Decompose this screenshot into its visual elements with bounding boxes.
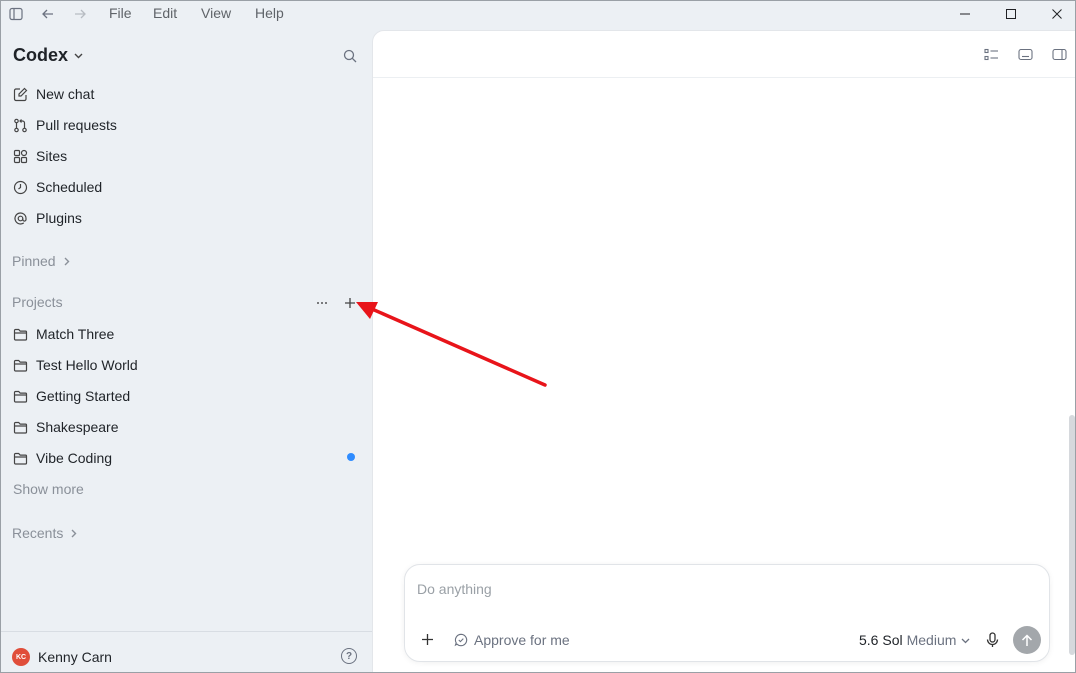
menu-file[interactable]: File	[109, 5, 132, 21]
folder-icon	[12, 326, 28, 342]
maximize-button[interactable]	[988, 0, 1034, 28]
grid-icon	[12, 148, 28, 164]
approve-label: Approve for me	[474, 632, 570, 648]
project-match-three[interactable]: Match Three	[12, 323, 114, 345]
user-name[interactable]: Kenny Carn	[38, 649, 112, 665]
show-more-label: Show more	[13, 481, 84, 497]
nav-label: Plugins	[36, 210, 82, 226]
project-label: Shakespeare	[36, 419, 119, 435]
sidebar-toggle-icon[interactable]	[5, 4, 27, 24]
unread-dot	[347, 453, 355, 461]
arrow-up-icon	[1021, 633, 1033, 646]
project-test-hello-world[interactable]: Test Hello World	[12, 354, 138, 376]
nav-scheduled[interactable]: Scheduled	[12, 176, 102, 198]
main-header	[373, 31, 1076, 78]
forward-arrow-icon[interactable]	[69, 4, 91, 24]
back-arrow-icon[interactable]	[37, 4, 59, 24]
show-more-link[interactable]: Show more	[13, 481, 84, 497]
approve-for-me-toggle[interactable]: Approve for me	[454, 632, 570, 648]
nav-sites[interactable]: Sites	[12, 145, 67, 167]
scrollbar[interactable]	[1069, 415, 1075, 655]
folder-icon	[12, 419, 28, 435]
send-button[interactable]	[1013, 626, 1041, 654]
projects-header: Projects	[12, 294, 63, 310]
close-button[interactable]	[1034, 0, 1076, 28]
approval-icon	[454, 633, 468, 647]
avatar[interactable]: KC	[12, 648, 30, 666]
pinned-section-toggle[interactable]: Pinned	[12, 253, 71, 269]
projects-more-icon[interactable]	[316, 294, 328, 312]
sidebar: Codex New chat Pull requests Sites Sched…	[0, 28, 372, 673]
project-label: Getting Started	[36, 388, 131, 404]
search-icon[interactable]	[340, 46, 360, 66]
main-panel: Approve for me 5.6 Sol Medium	[372, 30, 1076, 673]
nav-pull-requests[interactable]: Pull requests	[12, 114, 117, 136]
folder-icon	[12, 388, 28, 404]
side-panel-icon[interactable]	[1050, 45, 1068, 63]
recents-section-toggle[interactable]: Recents	[12, 525, 78, 541]
sidebar-footer: KC Kenny Carn ?	[0, 631, 372, 673]
microphone-icon[interactable]	[984, 631, 1000, 649]
app-title: Codex	[13, 45, 69, 65]
nav-label: Pull requests	[36, 117, 117, 133]
model-level: Medium	[906, 632, 957, 648]
folder-icon	[12, 450, 28, 466]
clock-icon	[12, 179, 28, 195]
folder-icon	[12, 357, 28, 373]
project-shakespeare[interactable]: Shakespeare	[12, 416, 119, 438]
model-name: 5.6 Sol	[859, 632, 903, 648]
nav-label: Scheduled	[36, 179, 103, 195]
menu-edit[interactable]: Edit	[153, 5, 177, 21]
composer: Approve for me 5.6 Sol Medium	[404, 564, 1050, 662]
nav-plugins[interactable]: Plugins	[12, 207, 82, 229]
pinned-label: Pinned	[12, 253, 56, 269]
app-title-dropdown[interactable]: Codex	[13, 45, 84, 66]
project-vibe-coding[interactable]: Vibe Coding	[12, 447, 112, 469]
menu-view[interactable]: View	[201, 5, 231, 21]
list-icon[interactable]	[982, 45, 1000, 63]
nav-label: Sites	[36, 148, 68, 164]
pull-request-icon	[12, 117, 28, 133]
chevron-right-icon	[71, 529, 77, 537]
recents-label: Recents	[12, 525, 64, 541]
title-bar: File Edit View Help	[0, 0, 1076, 28]
nav-new-chat[interactable]: New chat	[12, 83, 94, 105]
add-attachment-icon[interactable]	[419, 631, 435, 647]
projects-label: Projects	[12, 294, 63, 310]
model-selector[interactable]: 5.6 Sol Medium	[859, 632, 971, 648]
terminal-panel-icon[interactable]	[1016, 45, 1034, 63]
project-getting-started[interactable]: Getting Started	[12, 385, 130, 407]
minimize-button[interactable]	[942, 0, 988, 28]
at-icon	[12, 210, 28, 226]
project-label: Vibe Coding	[36, 450, 113, 466]
chevron-down-icon	[74, 53, 83, 59]
project-label: Match Three	[36, 326, 115, 342]
chevron-right-icon	[64, 257, 70, 265]
chevron-down-icon	[961, 638, 970, 643]
project-label: Test Hello World	[36, 357, 138, 373]
add-project-icon[interactable]	[344, 294, 356, 312]
prompt-input[interactable]	[417, 581, 1017, 597]
menu-help[interactable]: Help	[255, 5, 284, 21]
edit-icon	[12, 86, 28, 102]
nav-label: New chat	[36, 86, 95, 102]
help-icon[interactable]: ?	[341, 648, 357, 664]
